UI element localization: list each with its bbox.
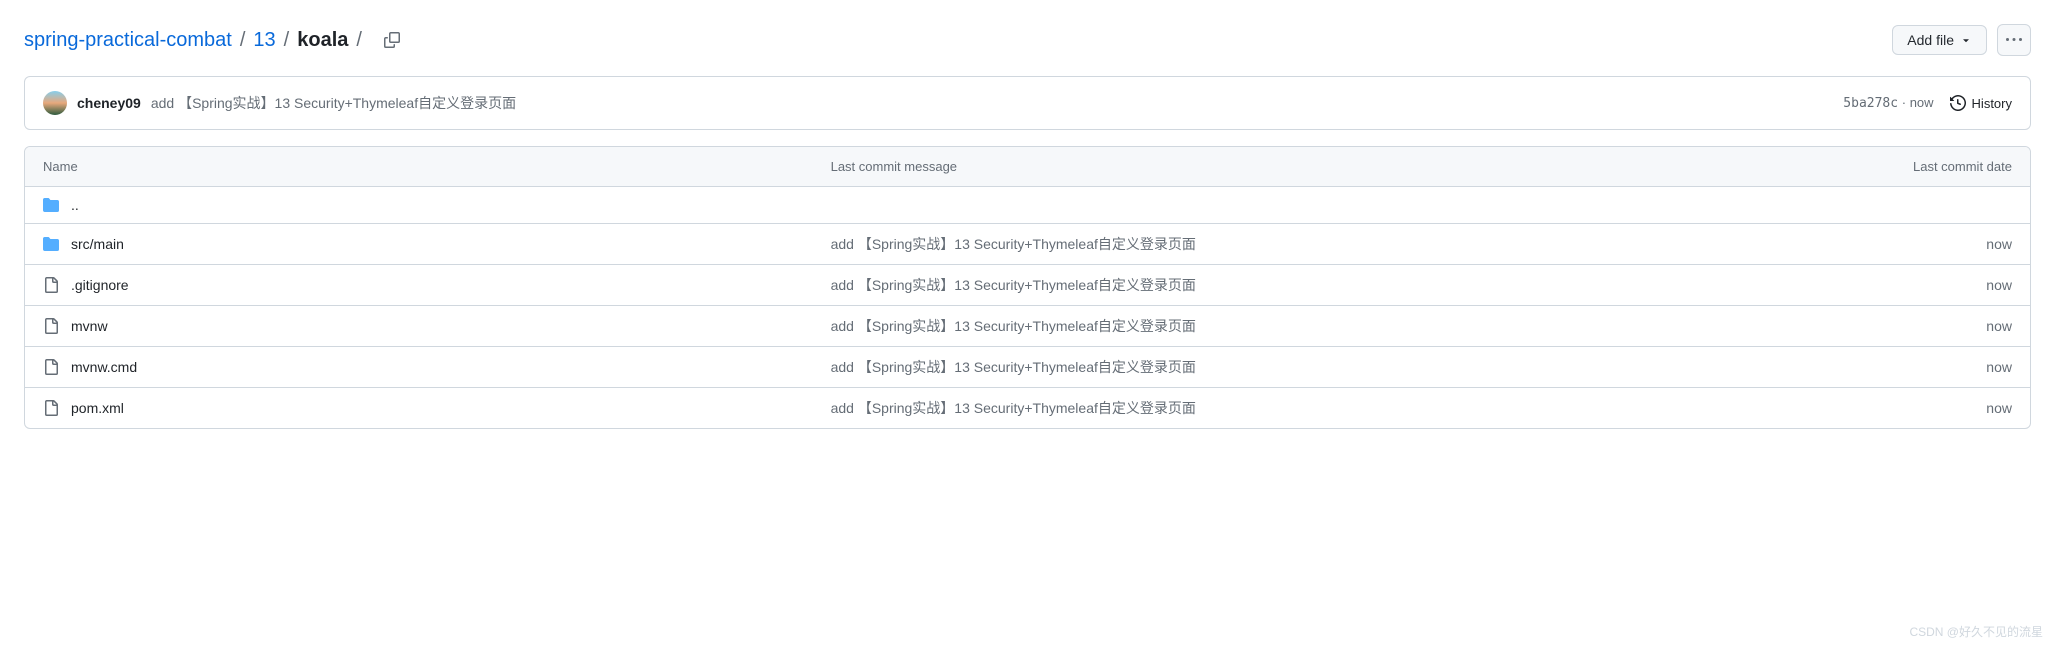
commit-link[interactable]: add 【Spring实战】13 Security+Thymeleaf自定义登录… — [831, 277, 1196, 293]
file-name-cell: pom.xml — [43, 400, 831, 416]
commit-message[interactable]: add 【Spring实战】13 Security+Thymeleaf自定义登录… — [151, 93, 516, 113]
file-message-cell: add 【Spring实战】13 Security+Thymeleaf自定义登录… — [831, 275, 1717, 295]
file-name-cell: mvnw.cmd — [43, 359, 831, 375]
file-date-cell: now — [1717, 318, 2012, 334]
latest-commit-box: cheney09 add 【Spring实战】13 Security+Thyme… — [24, 76, 2031, 130]
commit-link[interactable]: add 【Spring实战】13 Security+Thymeleaf自定义登录… — [831, 236, 1196, 252]
folder-icon — [43, 197, 59, 213]
watermark: CSDN @好久不见的流星 — [1909, 623, 2043, 640]
file-table: Name Last commit message Last commit dat… — [24, 146, 2031, 429]
commit-link[interactable]: add 【Spring实战】13 Security+Thymeleaf自定义登录… — [831, 318, 1196, 334]
breadcrumb-separator: / — [354, 29, 364, 52]
file-icon — [43, 277, 59, 293]
file-date-cell: now — [1717, 359, 2012, 375]
file-message-cell: add 【Spring实战】13 Security+Thymeleaf自定义登录… — [831, 357, 1717, 377]
chevron-down-icon — [1960, 34, 1972, 46]
table-row: .gitignore add 【Spring实战】13 Security+Thym… — [25, 265, 2030, 306]
header-actions: Add file — [1892, 24, 2031, 56]
add-file-button[interactable]: Add file — [1892, 25, 1987, 55]
file-date-cell: now — [1717, 236, 2012, 252]
breadcrumb: spring-practical-combat / 13 / koala / — [24, 26, 406, 54]
folder-icon — [43, 236, 59, 252]
file-name-cell: mvnw — [43, 318, 831, 334]
file-name-cell: .. — [43, 197, 831, 213]
commit-time: now — [1910, 95, 1934, 110]
more-actions-button[interactable] — [1997, 24, 2031, 56]
breadcrumb-separator: / — [238, 29, 248, 52]
file-message-cell: add 【Spring实战】13 Security+Thymeleaf自定义登录… — [831, 398, 1717, 418]
column-date: Last commit date — [1717, 159, 2012, 174]
file-link[interactable]: .gitignore — [71, 277, 129, 293]
add-file-label: Add file — [1907, 32, 1954, 48]
breadcrumb-separator: / — [282, 29, 292, 52]
file-icon — [43, 400, 59, 416]
table-row: mvnw add 【Spring实战】13 Security+Thymeleaf自… — [25, 306, 2030, 347]
copy-icon — [384, 32, 400, 48]
breadcrumb-mid[interactable]: 13 — [253, 29, 275, 52]
commit-hash[interactable]: 5ba278c — [1843, 96, 1898, 111]
commit-link[interactable]: add 【Spring实战】13 Security+Thymeleaf自定义登录… — [831, 359, 1196, 375]
file-date-cell: now — [1717, 277, 2012, 293]
table-row: .. — [25, 187, 2030, 224]
breadcrumb-current: koala — [297, 29, 348, 52]
column-message: Last commit message — [831, 159, 1717, 174]
history-label: History — [1972, 96, 2012, 111]
file-icon — [43, 318, 59, 334]
commit-author[interactable]: cheney09 — [77, 95, 141, 111]
kebab-icon — [2006, 32, 2022, 48]
file-date-cell: now — [1717, 400, 2012, 416]
table-row: src/main add 【Spring实战】13 Security+Thymel… — [25, 224, 2030, 265]
table-row: mvnw.cmd add 【Spring实战】13 Security+Thymel… — [25, 347, 2030, 388]
file-link[interactable]: src/main — [71, 236, 124, 252]
history-link[interactable]: History — [1950, 95, 2012, 111]
file-name-cell: .gitignore — [43, 277, 831, 293]
file-link[interactable]: mvnw — [71, 318, 108, 334]
file-message-cell: add 【Spring实战】13 Security+Thymeleaf自定义登录… — [831, 234, 1717, 254]
history-icon — [1950, 95, 1966, 111]
avatar[interactable] — [43, 91, 67, 115]
file-name-cell: src/main — [43, 236, 831, 252]
commit-link[interactable]: add 【Spring实战】13 Security+Thymeleaf自定义登录… — [831, 400, 1196, 416]
column-name: Name — [43, 159, 831, 174]
breadcrumb-root[interactable]: spring-practical-combat — [24, 29, 232, 52]
table-row: pom.xml add 【Spring实战】13 Security+Thymele… — [25, 388, 2030, 428]
copy-path-button[interactable] — [378, 26, 406, 54]
commit-separator: · — [1902, 95, 1906, 110]
file-icon — [43, 359, 59, 375]
table-header: Name Last commit message Last commit dat… — [25, 147, 2030, 187]
file-link[interactable]: pom.xml — [71, 400, 124, 416]
file-link[interactable]: mvnw.cmd — [71, 359, 137, 375]
file-message-cell: add 【Spring实战】13 Security+Thymeleaf自定义登录… — [831, 316, 1717, 336]
file-link[interactable]: .. — [71, 197, 79, 213]
